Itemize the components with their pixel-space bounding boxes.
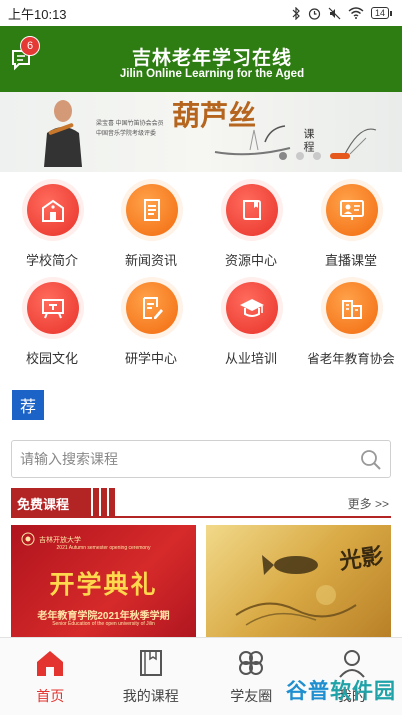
title-stripe: [99, 488, 101, 518]
section-title-text: 免费课程: [17, 496, 70, 512]
status-time: 上午10:13: [8, 6, 67, 22]
course-headline: 开学典礼: [49, 570, 158, 599]
battery-level: 14: [370, 7, 389, 19]
wifi-icon: [348, 7, 364, 19]
live-classroom-icon: [326, 184, 378, 236]
watermark-part2: 软件园: [330, 680, 396, 703]
category-label: 省老年教育协会: [307, 352, 395, 366]
section-divider: [11, 516, 391, 518]
category-live-class[interactable]: 直播课堂: [301, 180, 401, 274]
banner-brand: 课程: [302, 128, 314, 154]
course-english-title: 2021 Autumn semester opening ceremony: [56, 545, 151, 551]
course-headline: 光影: [337, 543, 385, 575]
search-icon[interactable]: [360, 449, 382, 471]
category-label: 研学中心: [124, 351, 177, 366]
my-courses-icon: [139, 650, 162, 676]
category-label: 学校简介: [25, 253, 78, 268]
news-document-icon: [126, 184, 178, 236]
title-stripe: [107, 488, 109, 518]
home-icon: [37, 651, 63, 676]
bluetooth-icon: [292, 6, 300, 20]
association-building-icon: [326, 282, 378, 334]
carousel-dot[interactable]: [279, 152, 287, 160]
carousel-dot[interactable]: [296, 152, 304, 160]
app-title: 吉林老年学习在线: [131, 48, 292, 69]
nav-home[interactable]: 首页: [0, 638, 101, 715]
alarm-icon: [308, 7, 321, 20]
free-courses-header: 免费课程 更多 >>: [11, 488, 391, 518]
category-label: 校园文化: [25, 351, 78, 366]
banner-caption-2: 中国音乐学院考级评委: [96, 131, 157, 137]
status-icons: 14: [292, 6, 392, 20]
category-elderly-education-association[interactable]: 省老年教育协会: [301, 278, 401, 372]
carousel-dots: [279, 152, 350, 160]
banner-caption-1: 梁宝喜 中国竹笛协会会员: [96, 121, 164, 127]
category-label: 直播课堂: [324, 253, 377, 268]
course-school: 吉林开放大学: [39, 537, 81, 544]
app-subtitle: Jilin Online Learning for the Aged: [119, 68, 305, 80]
app-header: 6 吉林老年学习在线 Jilin Online Learning for the…: [0, 26, 402, 92]
category-vocational-training[interactable]: 从业培训: [201, 278, 301, 372]
category-news[interactable]: 新闻资讯: [101, 180, 201, 274]
category-label: 从业培训: [224, 351, 277, 366]
study-edit-icon: [126, 282, 178, 334]
recommend-tag: 荐: [12, 390, 44, 420]
banner-carousel[interactable]: 梁宝喜 中国竹笛协会会员 中国音乐学院考级评委 葫芦丝 课程: [0, 92, 402, 172]
book-icon: [226, 184, 278, 236]
battery-icon: 14: [370, 7, 392, 19]
category-school-intro[interactable]: 学校简介: [2, 180, 102, 274]
nav-my-courses[interactable]: 我的课程: [101, 638, 202, 715]
category-label: 资源中心: [224, 253, 277, 268]
category-resources[interactable]: 资源中心: [201, 180, 301, 274]
course-card[interactable]: 光影: [206, 525, 391, 637]
watermark: 谷普软件园: [286, 675, 396, 705]
nav-label: 我的课程: [122, 688, 179, 704]
category-campus-culture[interactable]: 校园文化: [2, 278, 102, 372]
search-input[interactable]: [20, 441, 350, 477]
watermark-part1: 谷普: [286, 680, 330, 703]
friends-circle-icon: [239, 651, 263, 675]
school-building-icon: [27, 184, 79, 236]
nav-label: 首页: [36, 688, 65, 704]
course-search-box: [11, 440, 391, 478]
course-card[interactable]: 吉林开放大学 2021 Autumn semester opening cere…: [11, 525, 196, 637]
status-bar: 上午10:13 14: [0, 0, 402, 26]
course-subtitle: 老年教育学院2021年秋季学期: [37, 611, 170, 622]
title-stripe: [91, 488, 93, 518]
school-logo-icon: [21, 532, 35, 546]
teacher-photo: [44, 100, 82, 167]
graduation-cap-icon: [226, 282, 278, 334]
category-label: 新闻资讯: [124, 253, 177, 268]
more-link[interactable]: 更多 >>: [348, 495, 389, 512]
carousel-dot[interactable]: [330, 153, 350, 159]
carousel-dot[interactable]: [313, 152, 321, 160]
mute-icon: [328, 7, 341, 19]
category-study-center[interactable]: 研学中心: [101, 278, 201, 372]
campus-board-icon: [27, 282, 79, 334]
course-english-subtitle: Senior Education of the open university …: [52, 621, 155, 627]
